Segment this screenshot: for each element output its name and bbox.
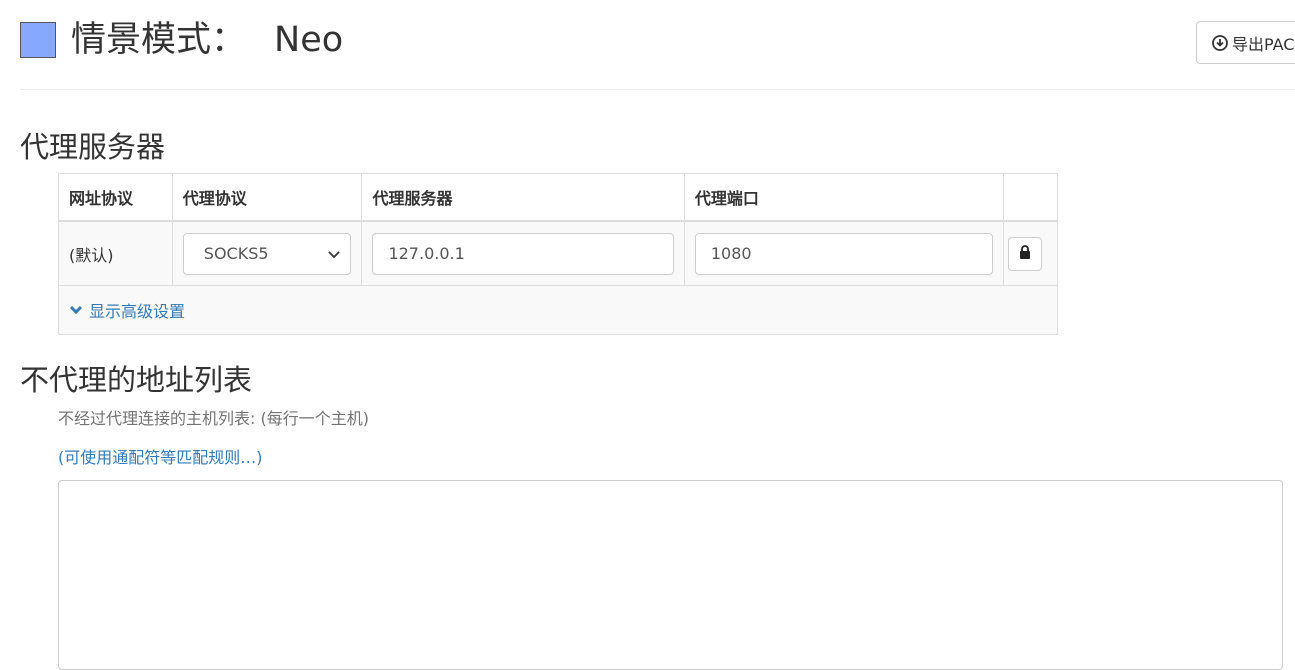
- bypass-list-textarea[interactable]: [58, 480, 1283, 670]
- table-row: (默认) SOCKS5 127.0.0.1 1080: [58, 220, 1058, 286]
- column-header-lock: [1003, 173, 1058, 222]
- scheme-default-label: (默认): [69, 245, 114, 265]
- protocol-select-value: SOCKS5: [203, 244, 269, 263]
- lock-cell: [1003, 220, 1058, 286]
- proxy-table-header: 网址协议 代理协议 代理服务器 代理端口: [58, 173, 1058, 222]
- scheme-cell: (默认): [58, 220, 173, 286]
- page-title: 情景模式： Neo: [71, 16, 343, 64]
- chevron-down-icon: [328, 244, 341, 263]
- proxy-table: 网址协议 代理协议 代理服务器 代理端口 (默认) SOCKS5 127.0.0…: [58, 173, 1058, 335]
- matching-rules-link[interactable]: (可使用通配符等匹配规则…): [58, 444, 263, 468]
- bypass-help-text: 不经过代理连接的主机列表: (每行一个主机): [58, 409, 369, 428]
- advanced-row: 显示高级设置: [58, 285, 1058, 335]
- column-header-protocol: 代理协议: [171, 173, 363, 222]
- page-header: 情景模式： Neo 导出PAC: [0, 0, 1295, 90]
- server-cell: 127.0.0.1: [361, 220, 685, 286]
- advanced-cell: 显示高级设置: [58, 285, 1058, 335]
- bypass-section-title: 不代理的地址列表: [20, 363, 253, 397]
- page-title-label: 情景模式：: [71, 20, 247, 60]
- download-icon: [1212, 34, 1228, 51]
- column-header-scheme: 网址协议: [58, 173, 173, 222]
- proxy-section-title: 代理服务器: [20, 130, 166, 164]
- proxy-server-input[interactable]: 127.0.0.1: [372, 232, 674, 275]
- show-advanced-link[interactable]: 显示高级设置: [59, 298, 1057, 322]
- profile-name[interactable]: Neo: [274, 20, 343, 60]
- chevron-down-icon: [69, 305, 83, 315]
- column-header-port: 代理端口: [683, 173, 1005, 222]
- proxy-port-input[interactable]: 1080: [694, 232, 994, 275]
- profile-color-swatch[interactable]: [20, 22, 56, 58]
- export-pac-label: 导出PAC: [1232, 34, 1295, 54]
- lock-icon: [1019, 244, 1031, 263]
- protocol-select[interactable]: SOCKS5: [182, 232, 352, 275]
- protocol-cell: SOCKS5: [171, 220, 363, 286]
- header-divider: [20, 89, 1295, 90]
- show-advanced-label: 显示高级设置: [89, 302, 186, 321]
- column-header-server: 代理服务器: [361, 173, 685, 222]
- port-cell: 1080: [683, 220, 1005, 286]
- auth-lock-button[interactable]: [1008, 236, 1043, 271]
- export-pac-button[interactable]: 导出PAC: [1196, 21, 1295, 64]
